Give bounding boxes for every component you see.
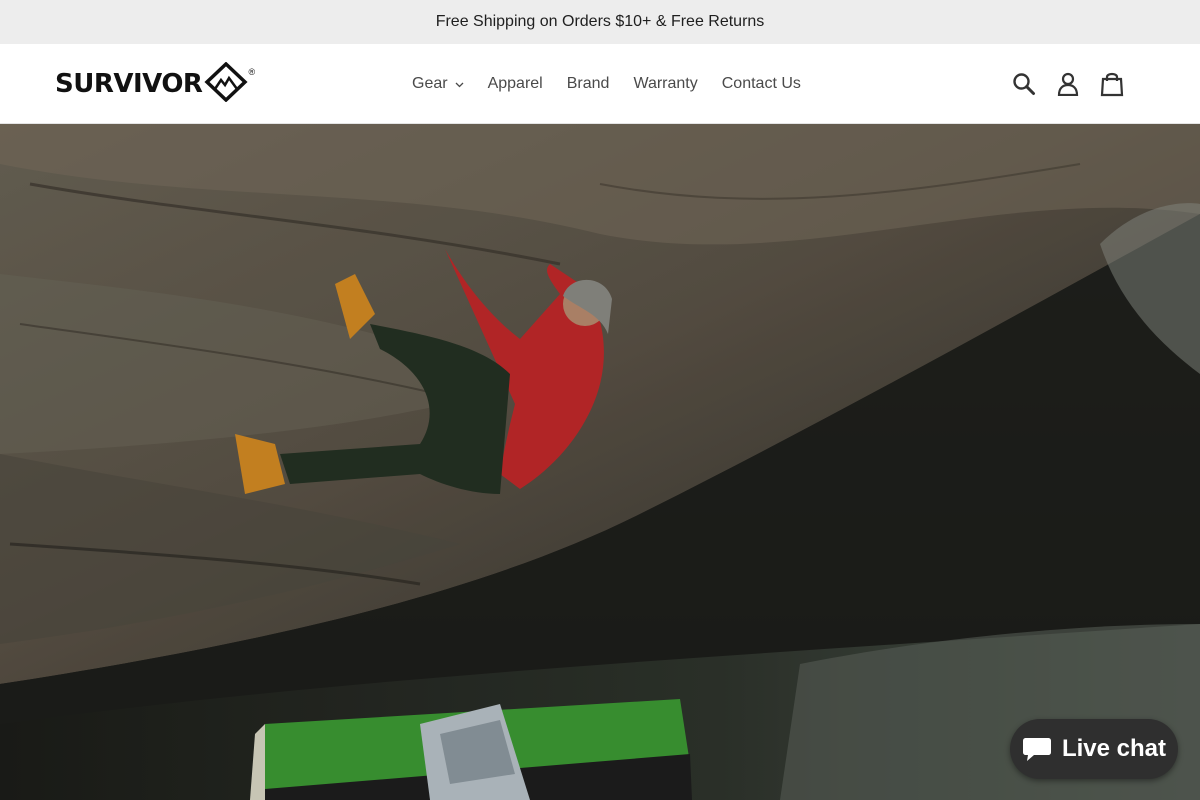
mountain-diamond-icon: [204, 61, 248, 107]
nav-item-contact-us[interactable]: Contact Us: [710, 75, 813, 93]
nav-item-warranty[interactable]: Warranty: [621, 75, 709, 93]
registered-mark: ®: [248, 67, 256, 77]
nav-item-gear[interactable]: Gear: [400, 75, 476, 93]
live-chat-button[interactable]: Live chat: [1010, 719, 1178, 779]
nav-item-apparel[interactable]: Apparel: [476, 75, 555, 93]
live-chat-label: Live chat: [1061, 735, 1167, 762]
header-actions: [1002, 44, 1134, 124]
announcement-bar: Free Shipping on Orders $10+ & Free Retu…: [0, 0, 1200, 44]
nav-item-label: Warranty: [633, 75, 698, 92]
chat-bubble-icon: [1022, 736, 1052, 762]
hero-image: [0, 124, 1200, 800]
nav-item-label: Gear: [412, 75, 448, 92]
nav-item-label: Brand: [566, 75, 610, 92]
brand-logo[interactable]: SURVIVOR ®: [55, 61, 255, 107]
nav-item-label: Contact Us: [721, 75, 801, 92]
main-nav: Gear Apparel Brand Warranty Contact Us: [400, 44, 813, 124]
nav-item-brand[interactable]: Brand: [555, 75, 622, 93]
site-header: SURVIVOR ® Gear Apparel Brand Warranty C…: [0, 44, 1200, 124]
nav-item-label: Apparel: [487, 75, 543, 92]
cart-icon[interactable]: [1090, 62, 1134, 106]
chevron-down-icon: [455, 75, 464, 93]
announcement-text: Free Shipping on Orders $10+ & Free Retu…: [435, 13, 765, 30]
brand-wordmark: SURVIVOR: [55, 69, 203, 99]
search-icon[interactable]: [1002, 62, 1046, 106]
account-icon[interactable]: [1046, 62, 1090, 106]
